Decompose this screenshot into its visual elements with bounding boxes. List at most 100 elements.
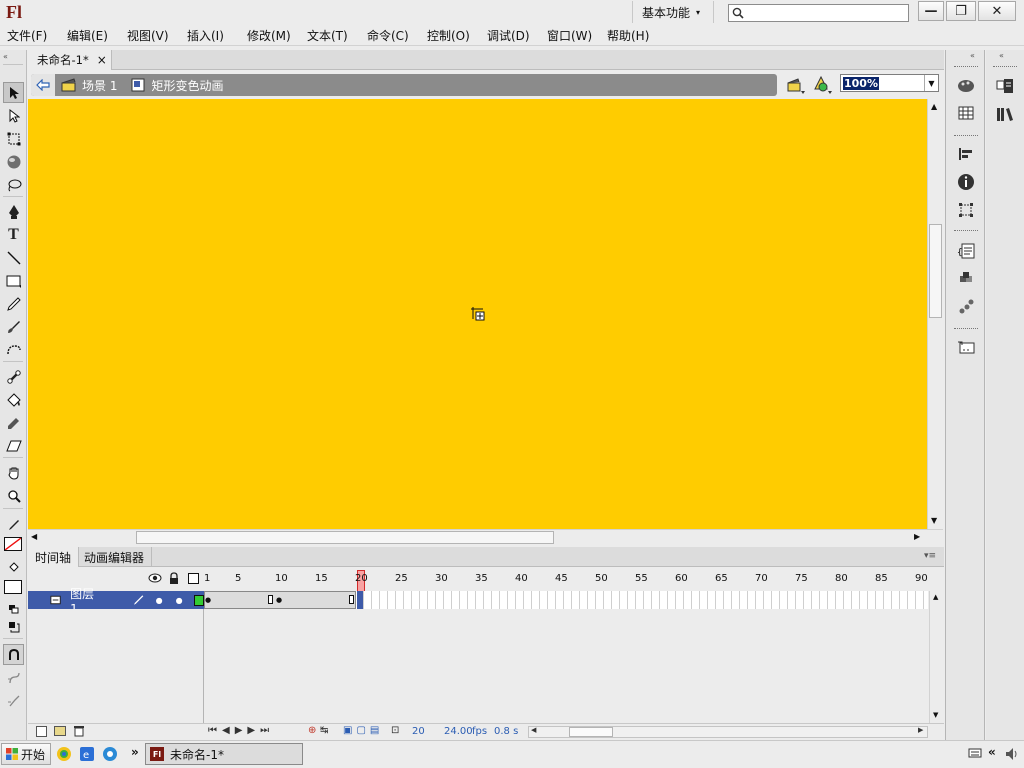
brush-tool-icon[interactable] <box>3 316 24 337</box>
keyframe-dot[interactable]: ● <box>205 596 211 604</box>
restore-button[interactable]: ❐ <box>946 1 976 21</box>
expand-panels-icon[interactable]: « <box>999 51 1004 60</box>
straighten-icon[interactable] <box>3 690 24 711</box>
info-icon[interactable] <box>955 171 977 193</box>
library-icon[interactable] <box>994 103 1016 125</box>
zoom-select[interactable]: 100% ▼ <box>840 74 939 92</box>
timeline-horizontal-scrollbar[interactable]: ◀ ▶ <box>528 726 928 738</box>
zoom-tool-icon[interactable] <box>3 485 24 506</box>
playback-controls[interactable]: ⏮◀▶▶⏭ <box>208 725 274 736</box>
keyframe-dot[interactable]: ● <box>276 596 282 604</box>
tray-expand[interactable]: « <box>988 745 996 759</box>
settings-quicklaunch-icon[interactable] <box>102 746 118 762</box>
stage-canvas[interactable] <box>28 99 927 529</box>
text-tool-icon[interactable]: T <box>3 224 24 245</box>
scroll-left-icon[interactable]: ◀ <box>531 726 536 734</box>
back-arrow-icon[interactable] <box>31 74 55 96</box>
visibility-dot[interactable]: ● <box>156 596 163 605</box>
quicklaunch-more[interactable]: » <box>131 745 139 759</box>
eyedropper-tool-icon[interactable] <box>3 412 24 433</box>
stroke-color-swatch[interactable] <box>4 537 22 551</box>
center-frame-icon[interactable]: ⊕ <box>308 725 316 736</box>
menu-insert[interactable]: 插入(I) <box>187 27 224 44</box>
stage-vertical-scrollbar[interactable]: ▲ ▼ <box>927 99 943 529</box>
scroll-left-icon[interactable]: ◀ <box>31 532 37 541</box>
frame-ruler[interactable]: 1 5 10 15 20 25 30 35 40 45 50 55 60 65 … <box>204 568 928 723</box>
menu-file[interactable]: 文件(F) <box>7 27 47 44</box>
show-outlines-icon[interactable] <box>188 573 199 584</box>
layer-row[interactable]: 图层 1 ● ● <box>28 587 205 616</box>
selected-frame[interactable] <box>357 591 363 609</box>
smooth-icon[interactable] <box>3 667 24 688</box>
collapse-icon[interactable]: « <box>3 52 8 61</box>
subselection-tool-icon[interactable] <box>3 105 24 126</box>
onion-skin-icons[interactable]: ▣▢▤ <box>343 725 383 736</box>
menu-control[interactable]: 控制(O) <box>427 27 470 44</box>
timeline-scrollbar[interactable]: ▲ ▼ <box>929 591 943 723</box>
scroll-down-icon[interactable]: ▼ <box>931 516 937 525</box>
menu-debug[interactable]: 调试(D) <box>487 27 530 44</box>
chevron-down-icon[interactable]: ▼ <box>924 75 938 91</box>
code-snippets-icon[interactable]: { <box>955 240 977 262</box>
expand-panels-icon[interactable]: « <box>970 51 975 60</box>
ie-quicklaunch-icon[interactable]: e <box>79 746 95 762</box>
layer-color-swatch[interactable] <box>193 594 205 606</box>
transform-icon[interactable] <box>955 199 977 221</box>
fill-color-swatch[interactable] <box>4 580 22 594</box>
menu-edit[interactable]: 编辑(E) <box>67 27 108 44</box>
properties-icon[interactable] <box>994 75 1016 97</box>
rectangle-tool-icon[interactable] <box>3 270 24 291</box>
end-frame-marker[interactable] <box>268 595 273 604</box>
menu-text[interactable]: 文本(T) <box>307 27 348 44</box>
vertical-scroll-thumb[interactable] <box>929 224 942 318</box>
loop-icon[interactable]: ↹ <box>320 725 328 736</box>
scroll-right-icon[interactable]: ▶ <box>914 532 920 541</box>
breadcrumb-scene[interactable]: 场景 1 <box>82 77 117 94</box>
close-button[interactable]: ✕ <box>978 1 1016 21</box>
stroke-color-pencil-icon[interactable] <box>3 514 24 535</box>
breadcrumb-symbol[interactable]: 矩形变色动画 <box>151 77 223 94</box>
new-folder-icon[interactable] <box>54 726 66 736</box>
swap-colors-icon[interactable] <box>3 616 24 637</box>
scroll-up-icon[interactable]: ▲ <box>933 593 938 601</box>
tab-motion-editor[interactable]: 动画编辑器 <box>77 547 153 567</box>
align-icon[interactable] <box>955 143 977 165</box>
horizontal-scroll-thumb[interactable] <box>136 531 554 544</box>
browser-quicklaunch-icon[interactable] <box>56 746 72 762</box>
document-tab[interactable]: 未命名-1* × <box>28 50 112 70</box>
3d-rotation-tool-icon[interactable] <box>3 151 24 172</box>
search-input[interactable] <box>728 4 909 22</box>
tab-timeline[interactable]: 时间轴 <box>28 547 80 567</box>
end-frame-marker[interactable] <box>349 595 354 604</box>
scroll-thumb[interactable] <box>569 727 613 737</box>
edit-scene-icon[interactable] <box>786 75 806 95</box>
delete-layer-icon[interactable] <box>74 725 84 737</box>
menu-view[interactable]: 视图(V) <box>127 27 169 44</box>
selection-tool-icon[interactable] <box>3 82 24 103</box>
lock-dot[interactable]: ● <box>176 596 183 605</box>
stage-horizontal-scrollbar[interactable]: ◀ ▶ <box>28 529 943 545</box>
scroll-down-icon[interactable]: ▼ <box>933 711 938 719</box>
menu-window[interactable]: 窗口(W) <box>547 27 592 44</box>
eraser-tool-icon[interactable] <box>3 435 24 456</box>
lock-layers-icon[interactable] <box>168 572 180 586</box>
edit-multiple-frames-icon[interactable]: ⊡ <box>391 725 399 736</box>
project-icon[interactable] <box>955 337 977 359</box>
keyboard-tray-icon[interactable] <box>968 747 982 761</box>
new-layer-icon[interactable] <box>36 726 47 737</box>
scroll-up-icon[interactable]: ▲ <box>931 102 937 111</box>
minimize-button[interactable]: — <box>918 1 944 21</box>
snap-to-objects-icon[interactable] <box>3 644 24 665</box>
motion-presets-icon[interactable] <box>955 296 977 318</box>
menu-modify[interactable]: 修改(M) <box>247 27 291 44</box>
panel-menu-icon[interactable]: ▾≡ <box>924 551 936 561</box>
show-hide-layers-icon[interactable] <box>148 572 162 586</box>
taskbar-item-flash[interactable]: Fl 未命名-1* <box>145 743 303 765</box>
volume-tray-icon[interactable] <box>1004 746 1020 762</box>
scroll-right-icon[interactable]: ▶ <box>918 726 923 734</box>
hand-tool-icon[interactable] <box>3 462 24 483</box>
swatches-grid-icon[interactable] <box>955 102 977 124</box>
line-tool-icon[interactable] <box>3 247 24 268</box>
edit-symbols-icon[interactable] <box>813 75 833 95</box>
start-button[interactable]: 开始 <box>1 743 51 765</box>
